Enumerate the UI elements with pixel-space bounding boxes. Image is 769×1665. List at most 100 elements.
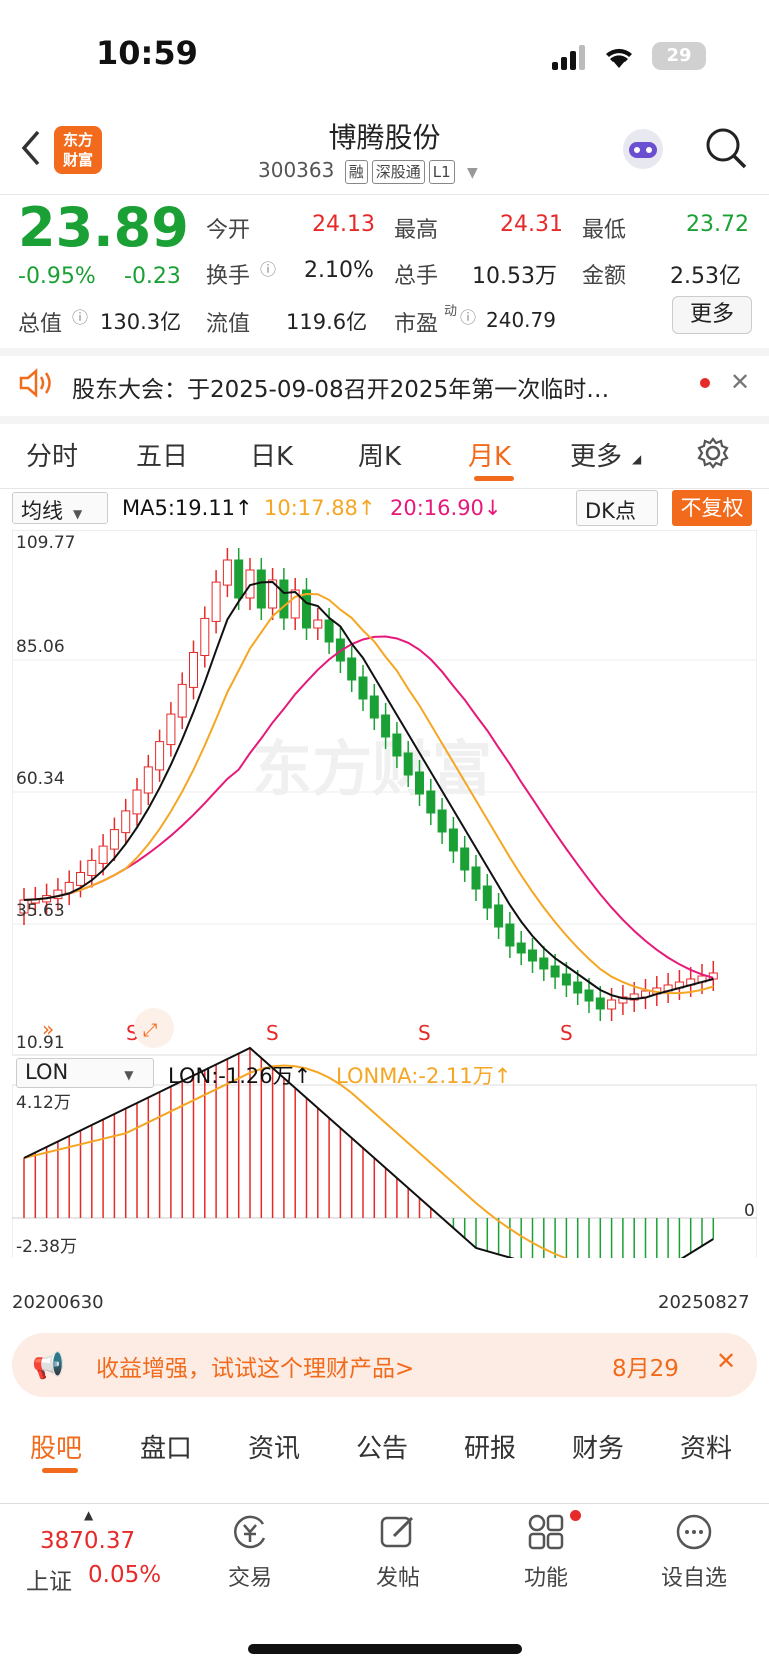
current-price: 23.89 [18,196,189,259]
high-value: 24.31 [500,212,563,237]
candle [607,999,617,1010]
tab-weekly-k[interactable]: 周K [358,436,401,473]
candle [448,828,458,852]
candle [155,741,165,771]
battery-icon: 29 [652,42,706,70]
apps-icon[interactable] [526,1512,566,1552]
volume-label: 总手 [394,264,439,289]
tag-level: L1 [428,160,455,184]
tab-five-day[interactable]: 五日 [136,436,188,473]
candle [392,733,402,757]
tab-orderbook[interactable]: 盘口 [140,1428,192,1465]
candle [403,752,413,776]
low-label: 最低 [582,218,627,243]
tab-news[interactable]: 资讯 [248,1428,300,1465]
search-icon[interactable] [704,126,748,170]
notice-text[interactable]: 股东大会：于2025-09-08召开2025年第一次临时… [72,370,672,404]
low-value: 23.72 [686,212,749,237]
tab-research[interactable]: 研报 [464,1428,516,1465]
wifi-icon [602,42,636,70]
candle [98,845,108,864]
candle [347,657,357,681]
dock-add-watchlist[interactable]: 设自选 [644,1560,744,1592]
lon-top-label: 4.12万 [16,1093,71,1113]
date-end: 20250827 [658,1292,750,1313]
tab-profile[interactable]: 资料 [680,1428,732,1465]
dock-functions[interactable]: 功能 [496,1560,596,1592]
float-label: 流值 [206,312,251,337]
tab-monthly-k[interactable]: 月K [468,436,511,473]
home-indicator [248,1644,522,1654]
lon-select[interactable]: LON ▼ [16,1058,154,1088]
tab-announcements[interactable]: 公告 [356,1428,408,1465]
mcap-label: 总值 [18,312,63,337]
pe-value: 240.79 [486,308,556,332]
tab-daily-k[interactable]: 日K [250,436,293,473]
tab-more[interactable]: 更多 [570,436,622,473]
info-icon[interactable]: ⓘ [460,304,476,328]
candle [324,619,334,643]
candle [539,957,549,970]
high-label: 最高 [394,218,439,243]
lon-legend: LON:-1.26万↑ [168,1064,312,1088]
candle [358,676,368,700]
ma-select[interactable]: 均线 ▼ [12,492,108,524]
gear-icon[interactable] [696,436,730,470]
dock-post[interactable]: 发帖 [348,1560,448,1592]
watermark: 东方财富 [252,735,492,805]
more-circle-icon[interactable] [674,1512,714,1552]
expand-left-icon[interactable]: » [42,1017,54,1041]
more-quote-button[interactable]: 更多 [672,296,752,334]
candle [211,581,221,622]
caret-up-icon: ▲ [84,1508,94,1522]
float-value: 119.6亿 [286,310,368,334]
candle [369,695,379,719]
robot-assistant-icon[interactable] [620,126,666,172]
megaphone-icon: 📢 [32,1351,65,1381]
trade-icon[interactable] [230,1512,270,1552]
close-icon[interactable]: ✕ [716,1347,736,1375]
candle [573,981,583,994]
candle [561,973,571,986]
unread-dot [700,378,710,388]
active-tab-indicator [474,476,514,481]
candle [189,652,198,688]
candle [528,949,537,962]
candle [222,559,232,586]
y-label-3: 60.34 [16,769,65,789]
info-icon[interactable]: ⓘ [72,304,88,328]
chevron-down-icon: ▼ [124,1068,134,1082]
chevron-down-icon: ▼ [73,507,83,521]
ma10-legend: 10:17.88↑ [264,496,376,520]
candle [279,579,289,619]
tab-forum[interactable]: 股吧 [30,1428,82,1465]
info-icon[interactable]: ⓘ [260,256,276,280]
candle [121,810,131,834]
candle [415,771,424,795]
kline-chart[interactable]: 东方财富 109.77 85.06 60.34 35.63 10.91 S S … [12,530,757,1258]
lonma-legend: LONMA:-2.11万↑ [336,1064,512,1088]
tab-intraday[interactable]: 分时 [26,436,78,473]
dock-trade[interactable]: 交易 [200,1560,300,1592]
promo-banner[interactable]: 📢 收益增强，试试这个理财产品> 8月29 ✕ [12,1333,757,1397]
sell-marker: S [560,1021,573,1045]
tab-financials[interactable]: 财务 [572,1428,624,1465]
active-tab-indicator [42,1468,78,1473]
index-name: 上证 [26,1569,72,1595]
adjust-price-button[interactable]: 不复权 [672,490,752,526]
post-icon[interactable] [378,1512,418,1552]
index-value[interactable]: 3870.37 [40,1528,135,1554]
candle [87,859,97,876]
ma20-line [23,635,714,979]
close-icon[interactable]: ✕ [730,368,750,396]
dk-point-select[interactable]: DK点 [576,490,658,526]
candle [234,559,244,599]
turnover-value: 2.10% [304,258,374,283]
tag-connect: 深股通 [371,160,425,184]
candle [494,904,504,928]
stock-code-line[interactable]: 300363 融深股通 L1 ▼ [258,158,478,184]
lonma-line [23,1064,569,1258]
speaker-icon [18,368,54,398]
candle [595,997,605,1010]
chevron-down-icon: ▼ [467,165,478,181]
